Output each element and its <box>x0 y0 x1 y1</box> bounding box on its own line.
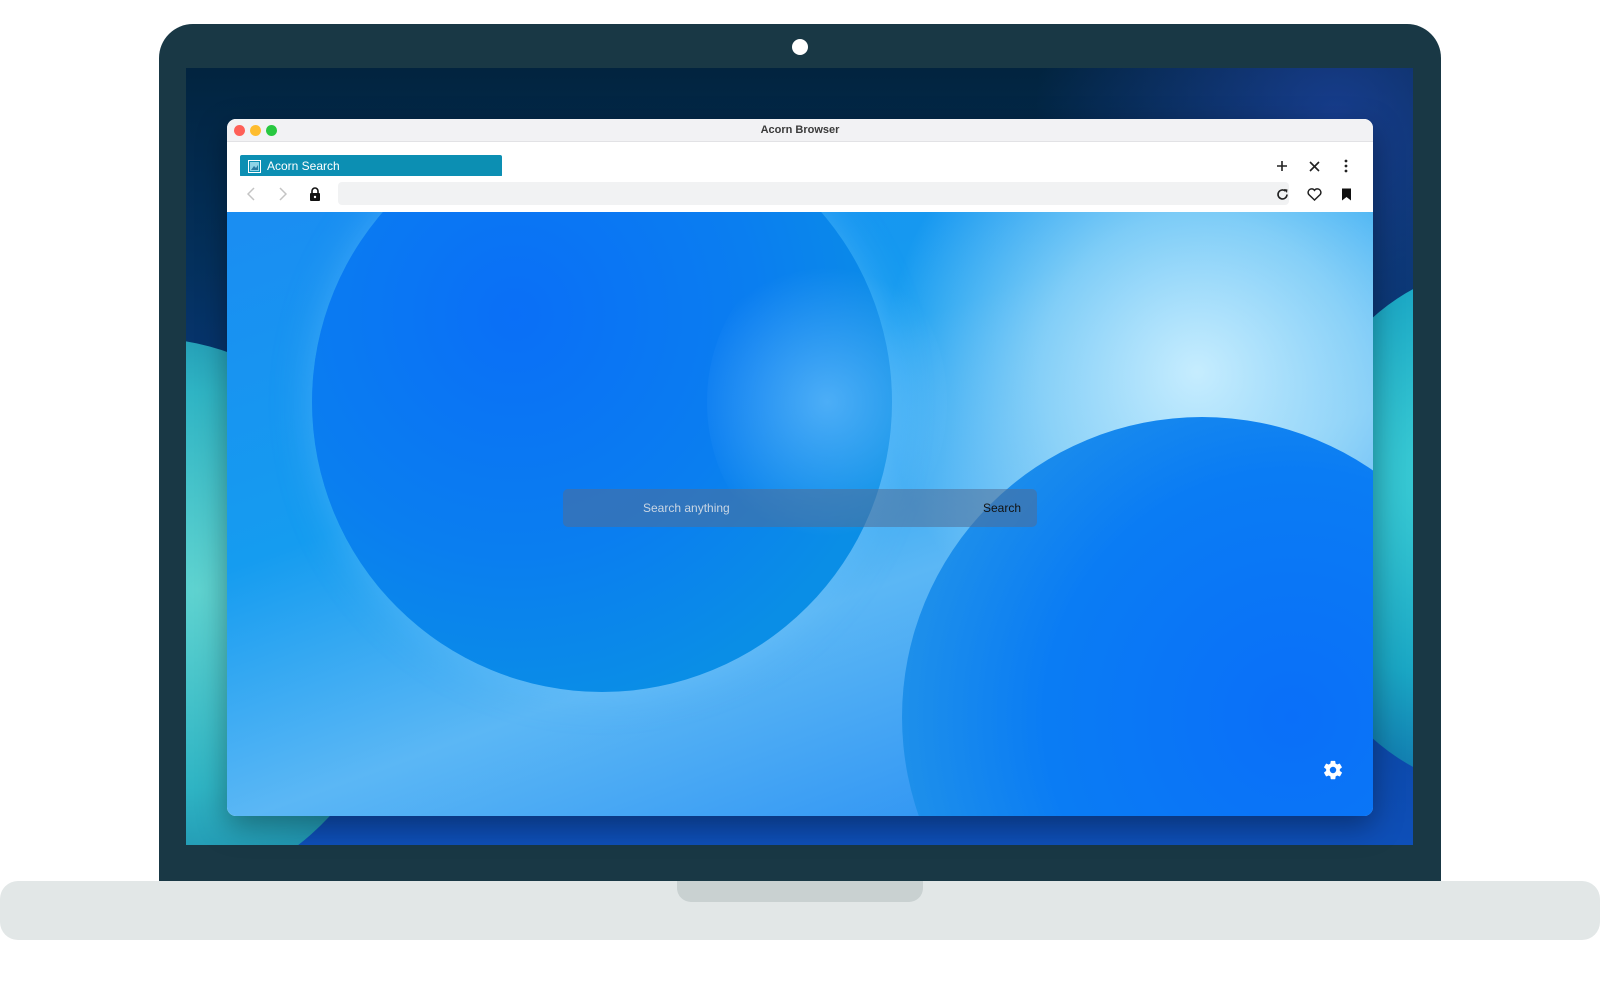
forward-button[interactable] <box>271 182 295 206</box>
chevron-right-icon <box>279 187 287 201</box>
reload-icon <box>1276 188 1288 200</box>
search-button[interactable]: Search <box>977 489 1027 527</box>
site-security-button[interactable] <box>303 182 327 206</box>
close-icon <box>1308 160 1320 172</box>
page-icon <box>248 159 261 173</box>
chevron-left-icon <box>247 187 255 201</box>
title-bar: Acorn Browser <box>227 119 1373 142</box>
lock-icon <box>310 187 320 201</box>
laptop-notch <box>677 881 923 902</box>
page-content: Search <box>227 212 1373 816</box>
tab-label: Acorn Search <box>267 159 340 173</box>
settings-button[interactable] <box>1319 756 1347 784</box>
back-button[interactable] <box>239 182 263 206</box>
search-box: Search <box>563 489 1037 527</box>
plus-icon <box>1277 161 1287 171</box>
reload-button[interactable] <box>1270 182 1294 206</box>
tab-bar: Acorn Search <box>227 142 1373 178</box>
url-input[interactable] <box>346 182 1246 205</box>
browser-window: Acorn Browser Acorn Search Search anythi… <box>227 119 1373 816</box>
heart-icon <box>1306 187 1322 201</box>
more-vertical-icon <box>1344 159 1348 173</box>
address-bar[interactable] <box>338 182 1289 205</box>
bookmark-icon <box>1341 188 1351 200</box>
search-input[interactable] <box>643 489 963 527</box>
menu-button[interactable] <box>1334 154 1358 178</box>
gear-icon <box>1324 760 1342 780</box>
favorite-button[interactable] <box>1302 182 1326 206</box>
window-title: Acorn Browser <box>760 124 840 136</box>
tab-acorn-search[interactable]: Acorn Search <box>240 155 502 177</box>
webcam <box>792 39 808 55</box>
close-tab-button[interactable] <box>1302 154 1326 178</box>
bookmark-button[interactable] <box>1334 182 1358 206</box>
new-tab-button[interactable] <box>1270 154 1294 178</box>
navigation-bar <box>227 176 1373 212</box>
laptop-mockup: Acorn Browser Acorn Search Search anythi… <box>0 0 1600 1005</box>
